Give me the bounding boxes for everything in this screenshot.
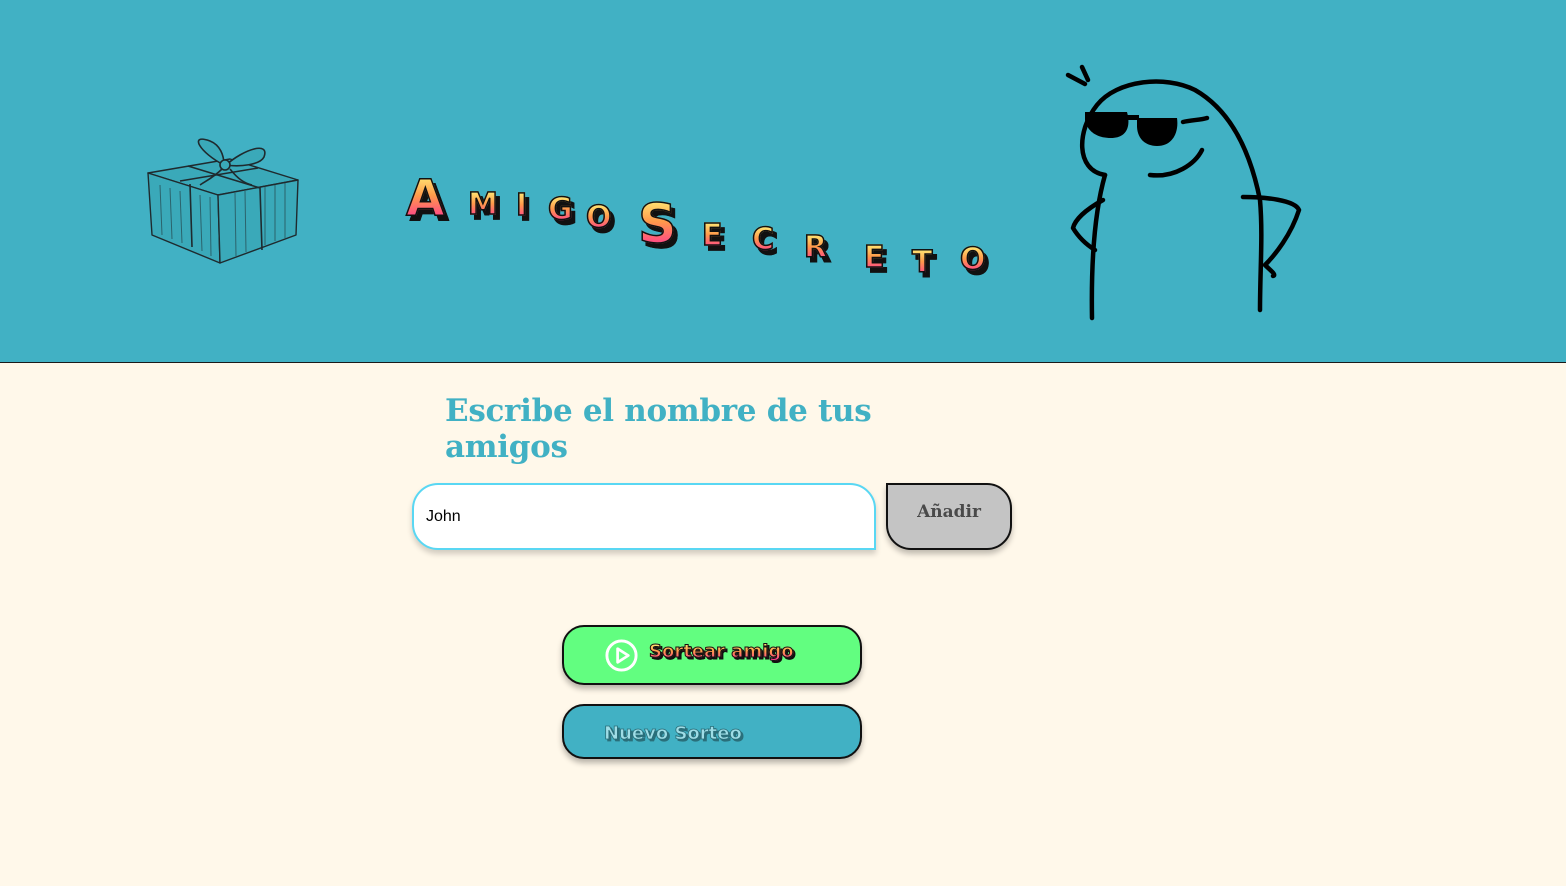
title-letter: M (467, 187, 498, 222)
gift-icon (147, 138, 299, 264)
title-letter: I (515, 188, 528, 223)
new-draw-button-label: Nuevo Sorteo (604, 723, 743, 744)
title-letter: E (701, 218, 723, 253)
title-letter: S (637, 192, 677, 255)
title-letter: E (863, 240, 885, 275)
header-banner: A M I G O S E C R E T O (0, 0, 1566, 363)
friend-name-input[interactable] (412, 483, 876, 550)
draw-button-label: Sortear amigo (649, 641, 795, 662)
title-letter: G (547, 192, 573, 227)
title-letter: O (585, 200, 612, 235)
draw-friend-button[interactable]: Sortear amigo (562, 625, 862, 685)
title-letter: R (803, 230, 828, 265)
page-heading: Escribe el nombre de tus amigos (445, 393, 872, 465)
title-letter: C (751, 222, 775, 257)
play-circle-icon (605, 639, 638, 672)
new-draw-button[interactable]: Nuevo Sorteo (562, 704, 862, 759)
app-title: A M I G O S E C R E T O (400, 165, 1000, 290)
add-friend-button[interactable]: Añadir (886, 483, 1012, 550)
cool-character-icon (1065, 64, 1302, 321)
title-letter: O (959, 242, 986, 277)
title-letter: T (911, 245, 933, 280)
title-letter: A (405, 169, 445, 227)
